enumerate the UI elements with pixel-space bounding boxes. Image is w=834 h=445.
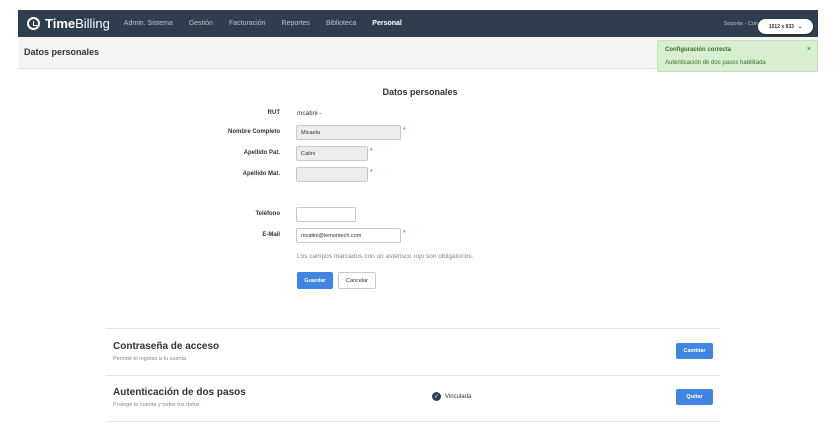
form-title: Datos personales [382, 87, 458, 97]
close-icon[interactable]: × [807, 46, 811, 53]
resolution-label: 1512 x 833 [768, 23, 794, 30]
apellido-mat-field[interactable] [296, 167, 368, 182]
required-mark: * [403, 230, 406, 237]
divider [106, 375, 720, 376]
check-circle-icon: ✓ [432, 392, 441, 401]
support-link[interactable]: Soporte - Con [724, 21, 758, 27]
apellido-pat-label: Apellido Pat. [243, 150, 280, 156]
toast-title: Configuración correcta [665, 47, 732, 53]
twofa-status-label: Vinculada [445, 393, 472, 400]
logo-light-text: Billing [75, 16, 110, 31]
divider [106, 421, 720, 422]
cancel-button[interactable]: Cancelar [338, 272, 376, 289]
required-mark: * [370, 169, 373, 176]
email-label: E-Mail [262, 232, 280, 238]
logo-bold-text: Time [45, 16, 76, 31]
success-toast: Configuración correcta Autenticación de … [657, 40, 818, 72]
save-button[interactable]: Guardar [297, 272, 333, 289]
rut-label: RUT [267, 110, 280, 116]
apellido-mat-label: Apellido Mat. [242, 171, 280, 177]
nav-item-admin-sistema[interactable]: Admin. Sistema [124, 20, 173, 27]
main-nav: Admin. Sistema Gestión Facturación Repor… [124, 20, 418, 27]
rut-value: mcatini - [297, 110, 322, 117]
telefono-label: Teléfono [255, 211, 280, 217]
password-section-title: Contraseña de acceso [113, 341, 220, 352]
twofa-status: ✓ Vinculada [432, 392, 471, 401]
divider [106, 328, 720, 329]
nav-item-gestion[interactable]: Gestión [189, 20, 213, 27]
nav-item-personal[interactable]: Personal [372, 20, 402, 27]
required-mark: * [370, 148, 373, 155]
telefono-field[interactable] [296, 207, 356, 222]
required-mark: * [403, 127, 406, 134]
top-navbar: Time Billing Admin. Sistema Gestión Factu… [18, 10, 818, 37]
nombre-label: Nombre Completo [227, 129, 280, 135]
change-password-button[interactable]: Cambiar [676, 343, 713, 359]
nav-item-biblioteca[interactable]: Biblioteca [326, 20, 356, 27]
twofa-section-title: Autenticación de dos pasos [113, 387, 246, 398]
remove-twofa-button[interactable]: Quitar [676, 389, 713, 405]
apellido-pat-field[interactable]: Catini [296, 146, 368, 161]
clock-icon [27, 17, 40, 30]
nav-item-reportes[interactable]: Reportes [282, 20, 310, 27]
password-section-subtitle: Permite el ingreso a tu cuenta [113, 356, 187, 362]
twofa-section-subtitle: Protege tu cuenta y todos tus datos [113, 402, 200, 408]
page-title: Datos personales [24, 47, 100, 57]
required-hint: Los campos marcados con un asterisco roj… [297, 253, 474, 260]
nombre-field[interactable]: Micaela [296, 125, 401, 140]
chevron-down-icon: ⌄ [797, 23, 803, 30]
toast-message: Autenticación de dos pasos habilitada [665, 60, 766, 66]
app-logo[interactable]: Time Billing [27, 16, 110, 31]
email-field[interactable]: mcatini@lemontech.com [296, 228, 401, 243]
nav-item-facturacion[interactable]: Facturación [229, 20, 266, 27]
resolution-selector[interactable]: 1512 x 833 ⌄ [758, 19, 813, 34]
